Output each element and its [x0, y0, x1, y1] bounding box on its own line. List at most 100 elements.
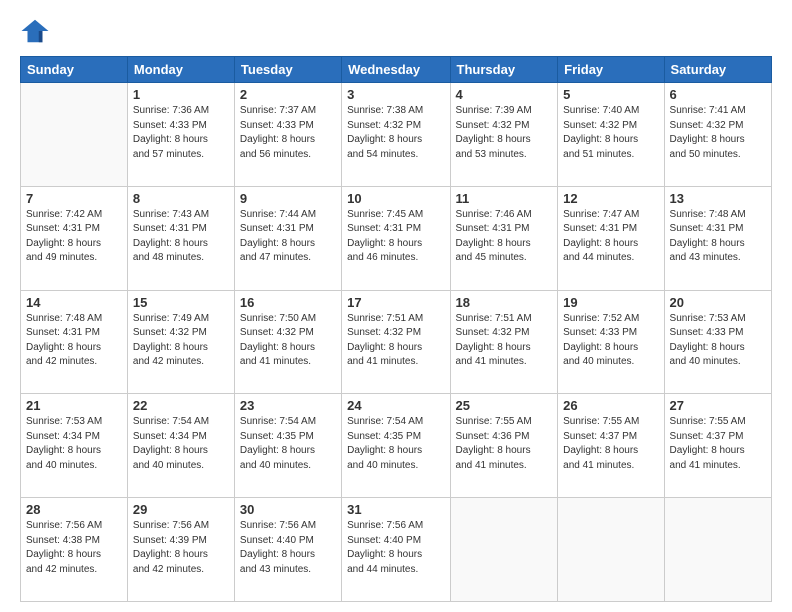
day-info: Sunrise: 7:50 AM Sunset: 4:32 PM Dayligh…	[240, 312, 336, 370]
calendar-cell: 7 Sunrise: 7:42 AM Sunset: 4:31 PM Daylig…	[21, 186, 128, 290]
day-number: 11	[456, 191, 553, 206]
calendar-cell: 19 Sunrise: 7:52 AM Sunset: 4:33 PM Dayli…	[558, 290, 664, 394]
day-info: Sunrise: 7:49 AM Sunset: 4:32 PM Dayligh…	[133, 312, 229, 370]
day-number: 22	[133, 398, 229, 413]
day-info: Sunrise: 7:43 AM Sunset: 4:31 PM Dayligh…	[133, 208, 229, 266]
day-number: 7	[26, 191, 122, 206]
calendar-cell: 26Sunrise: 7:55 AM Sunset: 4:37 PM Dayli…	[558, 394, 664, 498]
calendar-cell: 8 Sunrise: 7:43 AM Sunset: 4:31 PM Daylig…	[127, 186, 234, 290]
day-number: 13	[670, 191, 766, 206]
week-row-2: 14Sunrise: 7:48 AM Sunset: 4:31 PM Dayli…	[21, 290, 772, 394]
calendar-cell: 25 Sunrise: 7:55 AM Sunset: 4:36 PM Dayli…	[450, 394, 558, 498]
day-info: Sunrise: 7:41 AM Sunset: 4:32 PM Dayligh…	[670, 104, 766, 162]
day-info: Sunrise: 7:54 AM Sunset: 4:34 PM Dayligh…	[133, 415, 229, 473]
day-info: Sunrise: 7:56 AM Sunset: 4:39 PM Dayligh…	[133, 519, 229, 577]
calendar-cell: 5 Sunrise: 7:40 AM Sunset: 4:32 PM Daylig…	[558, 83, 664, 187]
day-info: Sunrise: 7:42 AM Sunset: 4:31 PM Dayligh…	[26, 208, 122, 266]
day-info: Sunrise: 7:54 AM Sunset: 4:35 PM Dayligh…	[240, 415, 336, 473]
day-number: 5	[563, 87, 658, 102]
day-number: 10	[347, 191, 444, 206]
week-row-3: 21Sunrise: 7:53 AM Sunset: 4:34 PM Dayli…	[21, 394, 772, 498]
col-header-wednesday: Wednesday	[342, 57, 450, 83]
calendar-cell	[450, 498, 558, 602]
day-info: Sunrise: 7:54 AM Sunset: 4:35 PM Dayligh…	[347, 415, 444, 473]
calendar-cell: 1 Sunrise: 7:36 AM Sunset: 4:33 PM Daylig…	[127, 83, 234, 187]
day-number: 4	[456, 87, 553, 102]
day-info: Sunrise: 7:53 AM Sunset: 4:33 PM Dayligh…	[670, 312, 766, 370]
week-row-1: 7 Sunrise: 7:42 AM Sunset: 4:31 PM Daylig…	[21, 186, 772, 290]
col-header-monday: Monday	[127, 57, 234, 83]
day-number: 28	[26, 502, 122, 517]
col-header-tuesday: Tuesday	[234, 57, 341, 83]
day-number: 12	[563, 191, 658, 206]
day-info: Sunrise: 7:46 AM Sunset: 4:31 PM Dayligh…	[456, 208, 553, 266]
calendar-cell: 27 Sunrise: 7:55 AM Sunset: 4:37 PM Dayli…	[664, 394, 771, 498]
day-number: 26	[563, 398, 658, 413]
day-info: Sunrise: 7:45 AM Sunset: 4:31 PM Dayligh…	[347, 208, 444, 266]
calendar-cell: 15 Sunrise: 7:49 AM Sunset: 4:32 PM Dayli…	[127, 290, 234, 394]
week-row-4: 28 Sunrise: 7:56 AM Sunset: 4:38 PM Dayli…	[21, 498, 772, 602]
day-number: 25	[456, 398, 553, 413]
calendar-cell: 23 Sunrise: 7:54 AM Sunset: 4:35 PM Dayli…	[234, 394, 341, 498]
day-number: 9	[240, 191, 336, 206]
day-number: 1	[133, 87, 229, 102]
day-number: 24	[347, 398, 444, 413]
day-number: 15	[133, 295, 229, 310]
day-info: Sunrise: 7:56 AM Sunset: 4:38 PM Dayligh…	[26, 519, 122, 577]
day-info: Sunrise: 7:51 AM Sunset: 4:32 PM Dayligh…	[456, 312, 553, 370]
day-number: 8	[133, 191, 229, 206]
logo-icon	[20, 16, 50, 46]
calendar-cell: 12 Sunrise: 7:47 AM Sunset: 4:31 PM Dayli…	[558, 186, 664, 290]
calendar-cell: 4Sunrise: 7:39 AM Sunset: 4:32 PM Daylig…	[450, 83, 558, 187]
day-number: 6	[670, 87, 766, 102]
day-number: 31	[347, 502, 444, 517]
calendar-cell: 9 Sunrise: 7:44 AM Sunset: 4:31 PM Daylig…	[234, 186, 341, 290]
calendar-cell: 17Sunrise: 7:51 AM Sunset: 4:32 PM Dayli…	[342, 290, 450, 394]
col-header-thursday: Thursday	[450, 57, 558, 83]
day-info: Sunrise: 7:55 AM Sunset: 4:37 PM Dayligh…	[670, 415, 766, 473]
day-info: Sunrise: 7:55 AM Sunset: 4:36 PM Dayligh…	[456, 415, 553, 473]
day-info: Sunrise: 7:38 AM Sunset: 4:32 PM Dayligh…	[347, 104, 444, 162]
day-number: 2	[240, 87, 336, 102]
day-info: Sunrise: 7:48 AM Sunset: 4:31 PM Dayligh…	[26, 312, 122, 370]
calendar-cell: 18 Sunrise: 7:51 AM Sunset: 4:32 PM Dayli…	[450, 290, 558, 394]
day-number: 20	[670, 295, 766, 310]
calendar-cell: 10 Sunrise: 7:45 AM Sunset: 4:31 PM Dayli…	[342, 186, 450, 290]
day-number: 23	[240, 398, 336, 413]
day-number: 30	[240, 502, 336, 517]
calendar-cell: 2 Sunrise: 7:37 AM Sunset: 4:33 PM Daylig…	[234, 83, 341, 187]
day-number: 29	[133, 502, 229, 517]
day-number: 27	[670, 398, 766, 413]
calendar-cell: 21Sunrise: 7:53 AM Sunset: 4:34 PM Dayli…	[21, 394, 128, 498]
day-info: Sunrise: 7:47 AM Sunset: 4:31 PM Dayligh…	[563, 208, 658, 266]
calendar-cell: 3 Sunrise: 7:38 AM Sunset: 4:32 PM Daylig…	[342, 83, 450, 187]
day-number: 19	[563, 295, 658, 310]
calendar-cell: 11 Sunrise: 7:46 AM Sunset: 4:31 PM Dayli…	[450, 186, 558, 290]
day-info: Sunrise: 7:37 AM Sunset: 4:33 PM Dayligh…	[240, 104, 336, 162]
page: SundayMondayTuesdayWednesdayThursdayFrid…	[0, 0, 792, 612]
calendar-cell: 13 Sunrise: 7:48 AM Sunset: 4:31 PM Dayli…	[664, 186, 771, 290]
logo	[20, 16, 54, 46]
day-number: 21	[26, 398, 122, 413]
col-header-sunday: Sunday	[21, 57, 128, 83]
day-info: Sunrise: 7:52 AM Sunset: 4:33 PM Dayligh…	[563, 312, 658, 370]
calendar-cell: 16Sunrise: 7:50 AM Sunset: 4:32 PM Dayli…	[234, 290, 341, 394]
day-info: Sunrise: 7:48 AM Sunset: 4:31 PM Dayligh…	[670, 208, 766, 266]
calendar-cell: 22 Sunrise: 7:54 AM Sunset: 4:34 PM Dayli…	[127, 394, 234, 498]
col-header-saturday: Saturday	[664, 57, 771, 83]
week-row-0: 1 Sunrise: 7:36 AM Sunset: 4:33 PM Daylig…	[21, 83, 772, 187]
calendar-cell	[558, 498, 664, 602]
calendar-header-row: SundayMondayTuesdayWednesdayThursdayFrid…	[21, 57, 772, 83]
day-info: Sunrise: 7:36 AM Sunset: 4:33 PM Dayligh…	[133, 104, 229, 162]
calendar-cell	[21, 83, 128, 187]
day-number: 18	[456, 295, 553, 310]
col-header-friday: Friday	[558, 57, 664, 83]
calendar-cell: 30Sunrise: 7:56 AM Sunset: 4:40 PM Dayli…	[234, 498, 341, 602]
day-info: Sunrise: 7:44 AM Sunset: 4:31 PM Dayligh…	[240, 208, 336, 266]
day-info: Sunrise: 7:40 AM Sunset: 4:32 PM Dayligh…	[563, 104, 658, 162]
calendar-cell: 20 Sunrise: 7:53 AM Sunset: 4:33 PM Dayli…	[664, 290, 771, 394]
header	[20, 16, 772, 46]
calendar-cell: 6 Sunrise: 7:41 AM Sunset: 4:32 PM Daylig…	[664, 83, 771, 187]
calendar-cell: 24 Sunrise: 7:54 AM Sunset: 4:35 PM Dayli…	[342, 394, 450, 498]
day-number: 3	[347, 87, 444, 102]
